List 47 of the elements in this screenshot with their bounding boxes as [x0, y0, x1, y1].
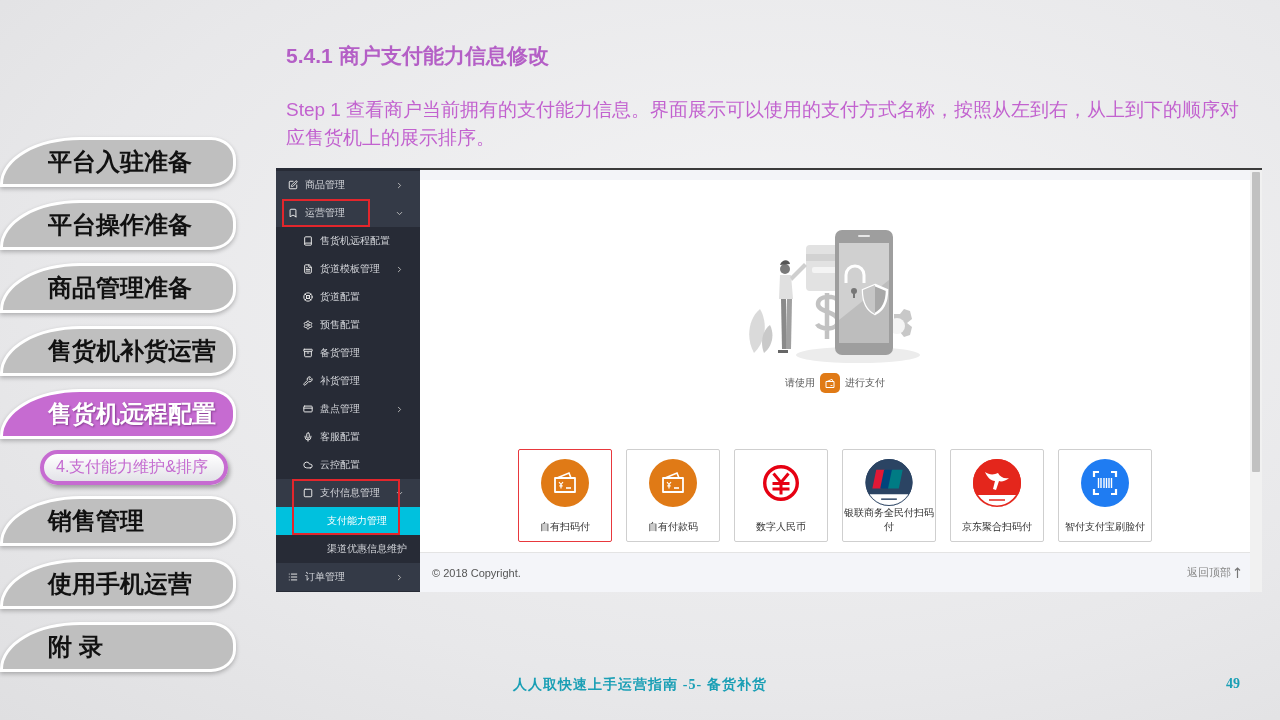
- square-icon: [303, 488, 313, 498]
- edit-icon: [288, 180, 298, 190]
- back-to-top-link[interactable]: 返回顶部: [1187, 565, 1241, 580]
- prompt-text: 进行支付: [845, 376, 885, 390]
- payment-method-card[interactable]: 自有扫码付: [518, 449, 612, 542]
- nav-tab[interactable]: 平台入驻准备: [0, 137, 236, 187]
- section-heading: 5.4.1 商户支付能力信息修改: [286, 43, 549, 69]
- payment-method-card[interactable]: 京东聚合扫码付: [950, 449, 1044, 542]
- wallet-icon: [649, 459, 697, 507]
- payment-method-card[interactable]: 数字人民币: [734, 449, 828, 542]
- copyright-text: © 2018 Copyright.: [432, 566, 521, 579]
- sidebar-item[interactable]: 支付信息管理: [276, 479, 420, 507]
- payment-method-card[interactable]: 智付支付宝刷脸付: [1058, 449, 1152, 542]
- nav-tab[interactable]: 商品管理准备: [0, 263, 236, 313]
- nav-tab[interactable]: 销售管理: [0, 496, 236, 546]
- wallet-icon: [820, 373, 840, 393]
- sidebar-item[interactable]: 订单管理: [276, 563, 420, 591]
- payment-method-card[interactable]: 自有付款码: [626, 449, 720, 542]
- arrow-up-icon: [1234, 567, 1241, 578]
- scrollbar[interactable]: [1250, 170, 1262, 592]
- lifebuoy-icon: [303, 292, 313, 302]
- scrollbar-thumb[interactable]: [1252, 172, 1260, 472]
- microphone-icon: [303, 432, 313, 442]
- gear-icon: [303, 320, 313, 330]
- document-icon: [303, 264, 313, 274]
- bird-logo-icon: [973, 459, 1021, 507]
- list-icon: [288, 572, 298, 582]
- wrench-icon: [303, 376, 313, 386]
- cloud-icon: [303, 460, 313, 470]
- payment-method-card[interactable]: 银联商务全民付扫码付: [842, 449, 936, 542]
- page-number: 49: [1226, 676, 1240, 692]
- nav-tab[interactable]: 售货机补货运营: [0, 326, 236, 376]
- prompt-text: 请使用: [785, 376, 815, 390]
- bookmark-icon: [288, 208, 298, 218]
- nav-tab[interactable]: 平台操作准备: [0, 200, 236, 250]
- nav-tab[interactable]: 附 录: [0, 622, 236, 672]
- scan-icon: [1081, 459, 1129, 507]
- sidebar-item[interactable]: 商品管理: [276, 171, 420, 199]
- currency-logo-icon: [763, 465, 799, 501]
- book-icon: [303, 236, 313, 246]
- footer-caption: 人人取快速上手运营指南 -5- 备货补货: [513, 676, 767, 694]
- card-logo-icon: [865, 459, 913, 506]
- nav-tab[interactable]: 使用手机运营: [0, 559, 236, 609]
- archive-icon: [303, 348, 313, 358]
- card-icon: [303, 404, 313, 414]
- step-description: Step 1 查看商户当前拥有的支付能力信息。界面展示可以使用的支付方式名称，按照从左到右，从上到下的顺序对应售货机上的展示排序。: [286, 98, 1241, 150]
- wallet-icon: [541, 459, 589, 507]
